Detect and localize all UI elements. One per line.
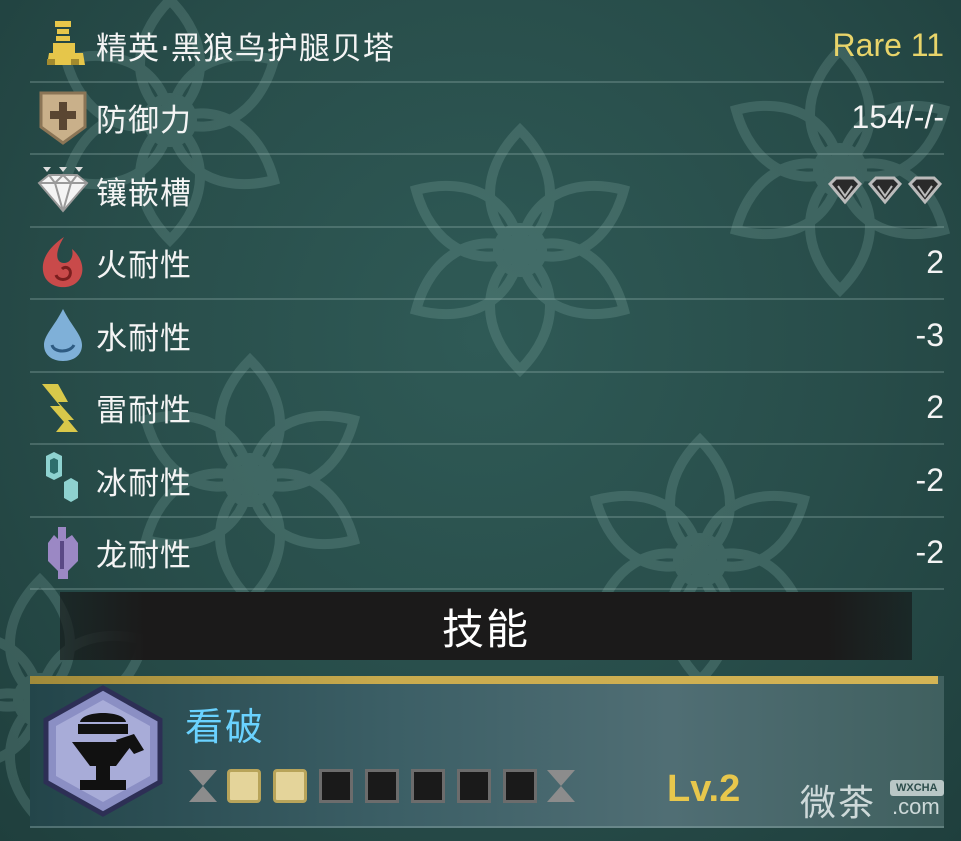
- legs-armor-icon: [32, 14, 94, 76]
- slots-label: 镶嵌槽: [96, 175, 192, 212]
- water-drop-icon: [32, 304, 94, 366]
- rarity-label: Rare 11: [832, 26, 944, 63]
- defense-row: 防御力 154/-/-: [30, 83, 944, 155]
- level-pip-empty: [319, 769, 353, 803]
- skills-header: 技能: [60, 592, 912, 660]
- watermark: 微茶 WXCHA .com: [800, 774, 944, 826]
- armor-name: 精英·黑狼鸟护腿贝塔: [96, 30, 395, 67]
- skills-header-label: 技能: [441, 604, 530, 654]
- watermark-domain: .com: [892, 794, 940, 819]
- armor-stats-list: 精英·黑狼鸟护腿贝塔 Rare 11 防御力 154/-/- 镶嵌槽 火耐性 2…: [30, 10, 944, 590]
- ice-icon: [32, 449, 94, 511]
- shield-icon: [32, 87, 94, 149]
- thunder-icon: [32, 377, 94, 439]
- dragon-icon: [32, 522, 94, 584]
- ice-label: 冰耐性: [96, 465, 192, 502]
- level-pip-empty: [365, 769, 399, 803]
- defense-value: 154/-/-: [851, 99, 944, 136]
- critical-eye-icon: [43, 685, 163, 817]
- fire-label: 火耐性: [96, 248, 192, 285]
- level-pip-empty: [457, 769, 491, 803]
- gem-icon: [32, 159, 94, 221]
- dragon-label: 龙耐性: [96, 538, 192, 575]
- fire-icon: [32, 232, 94, 294]
- level-pip-empty: [503, 769, 537, 803]
- thunder-resistance-row: 雷耐性 2: [30, 373, 944, 445]
- thunder-value: 2: [926, 389, 944, 426]
- level-pip-filled: [273, 769, 307, 803]
- slots-row: 镶嵌槽: [30, 155, 944, 228]
- slot-icon: [867, 176, 903, 205]
- fire-resistance-row: 火耐性 2: [30, 228, 944, 300]
- skill-name: 看破: [185, 705, 266, 749]
- watermark-text: 微茶: [800, 783, 877, 824]
- ice-resistance-row: 冰耐性 -2: [30, 445, 944, 518]
- water-label: 水耐性: [96, 320, 192, 357]
- level-bar-left-cap-icon: [189, 770, 217, 802]
- level-pip-empty: [411, 769, 445, 803]
- defense-label: 防御力: [96, 103, 192, 140]
- decoration-slots: [826, 174, 944, 206]
- water-value: -3: [915, 316, 944, 353]
- dragon-value: -2: [915, 534, 944, 571]
- water-resistance-row: 水耐性 -3: [30, 300, 944, 373]
- armor-name-row: 精英·黑狼鸟护腿贝塔 Rare 11: [30, 10, 944, 83]
- level-bar-right-cap-icon: [547, 770, 575, 802]
- level-pip-filled: [227, 769, 261, 803]
- skill-level-bar: [185, 766, 579, 806]
- ice-value: -2: [915, 461, 944, 498]
- thunder-label: 雷耐性: [96, 393, 192, 430]
- skill-gold-divider: [30, 676, 938, 684]
- skill-level-text: Lv.2: [667, 768, 741, 810]
- slot-icon: [907, 176, 943, 205]
- slot-icon: [827, 176, 863, 205]
- fire-value: 2: [926, 244, 944, 281]
- dragon-resistance-row: 龙耐性 -2: [30, 518, 944, 590]
